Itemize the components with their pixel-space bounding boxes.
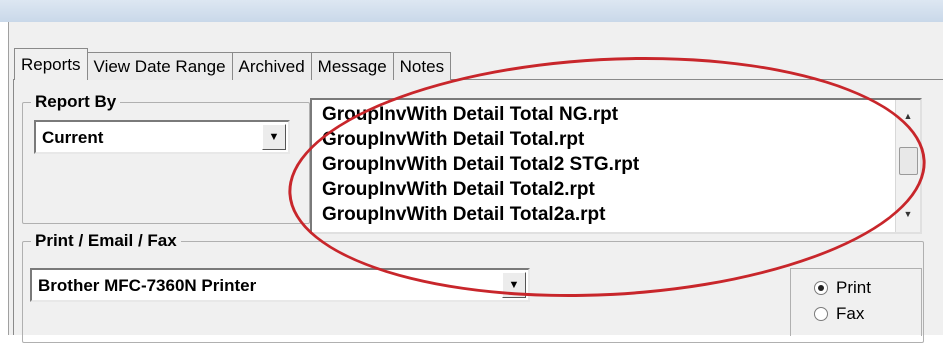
tab-strip: Reports View Date Range Archived Message… (14, 48, 452, 80)
tab-label: View Date Range (93, 56, 226, 76)
window-title-bar (0, 0, 943, 22)
tab-label: Message (317, 56, 387, 76)
scroll-down-icon[interactable]: ▼ (896, 204, 920, 224)
report-list-scrollbar[interactable]: ▲ ▼ (895, 100, 920, 232)
fax-radio-label: Fax (836, 304, 865, 323)
list-item[interactable]: GroupInvWith Detail Total2a.rpt (322, 204, 605, 226)
radio-selected-icon (814, 281, 828, 295)
list-item[interactable]: GroupInvWith Detail Total NG.rpt (322, 104, 618, 126)
printer-value: Brother MFC-7360N Printer (38, 276, 257, 295)
scrollbar-thumb[interactable] (899, 147, 918, 175)
list-item[interactable]: GroupInvWith Detail Total.rpt (322, 129, 584, 151)
report-by-legend: Report By (35, 92, 117, 111)
tab-label: Archived (238, 56, 305, 76)
tab-message[interactable]: Message (310, 52, 394, 80)
report-by-dropdown[interactable]: Current ▼ (34, 120, 290, 154)
chevron-down-icon[interactable]: ▼ (502, 272, 526, 298)
tab-reports[interactable]: Reports (14, 48, 88, 80)
print-email-fax-legend: Print / Email / Fax (35, 231, 177, 250)
radio-unselected-icon (814, 307, 828, 321)
tab-label: Reports (21, 54, 81, 74)
print-radio[interactable]: Print (814, 278, 871, 298)
list-item[interactable]: GroupInvWith Detail Total2.rpt (322, 179, 595, 201)
report-list[interactable]: GroupInvWith Detail Total NG.rpt GroupIn… (310, 98, 922, 234)
chevron-down-icon[interactable]: ▼ (262, 124, 286, 150)
list-item[interactable]: GroupInvWith Detail Total2 STG.rpt (322, 154, 639, 176)
tab-notes[interactable]: Notes (392, 52, 452, 80)
tab-archived[interactable]: Archived (231, 52, 312, 80)
printer-dropdown[interactable]: Brother MFC-7360N Printer ▼ (30, 268, 530, 302)
scroll-up-icon[interactable]: ▲ (896, 106, 920, 126)
fax-radio[interactable]: Fax (814, 304, 864, 324)
report-by-value: Current (42, 128, 104, 147)
tab-view-date-range[interactable]: View Date Range (86, 52, 233, 80)
print-radio-label: Print (836, 278, 871, 297)
report-by-group: Report By (22, 92, 310, 224)
tab-label: Notes (399, 56, 445, 76)
